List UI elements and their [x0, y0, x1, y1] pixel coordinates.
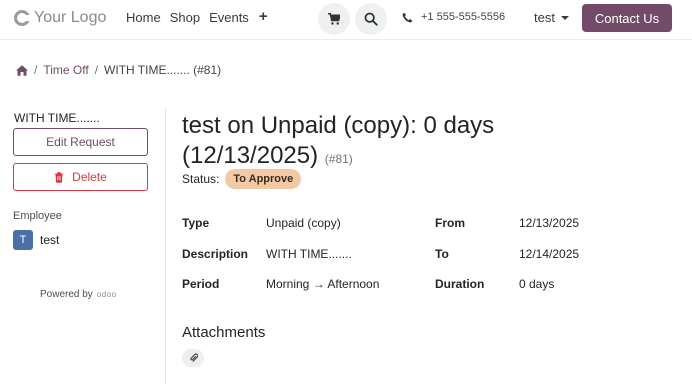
employee-name: test	[40, 233, 60, 247]
nav-events[interactable]: Events	[209, 10, 249, 25]
period-label: Period	[182, 277, 220, 291]
description-value: WITH TIME.......	[266, 247, 352, 261]
cart-button[interactable]	[318, 3, 350, 35]
trash-icon	[55, 171, 64, 183]
breadcrumb-separator: /	[94, 63, 99, 77]
duration-value: 0 days	[519, 277, 555, 291]
type-value: Unpaid (copy)	[266, 216, 341, 230]
description-label: Description	[182, 247, 249, 261]
breadcrumb-time-off[interactable]: Time Off	[43, 63, 88, 77]
status-badge: To Approve	[225, 169, 302, 189]
breadcrumb-separator: /	[34, 63, 38, 77]
title-ref: (#81)	[324, 152, 353, 166]
edit-request-button[interactable]: Edit Request	[13, 128, 148, 156]
type-label: Type	[182, 216, 210, 230]
from-value: 12/13/2025	[519, 216, 580, 230]
sidebar-title: WITH TIME.......	[14, 111, 100, 125]
paperclip-icon	[189, 353, 198, 362]
odoo-logo[interactable]: odoo	[97, 290, 117, 299]
logo-icon	[14, 10, 31, 26]
cart-icon	[328, 13, 340, 25]
title-line-1: test on Unpaid (copy): 0 days	[182, 112, 495, 139]
sidebar: WITH TIME....... Edit Request Delete Emp…	[0, 108, 166, 384]
main-nav: Home Shop Events +	[126, 9, 268, 25]
employee-label: Employee	[13, 210, 62, 222]
avatar: T	[13, 230, 33, 250]
nav-shop[interactable]: Shop	[170, 10, 200, 25]
from-label: From	[435, 216, 465, 230]
status-row: Status: To Approve	[182, 169, 302, 189]
delete-label: Delete	[72, 170, 107, 184]
delete-button[interactable]: Delete	[13, 163, 148, 191]
logo-text: Your Logo	[34, 9, 107, 26]
employee-row: T test	[13, 230, 59, 250]
attach-button[interactable]	[182, 349, 204, 367]
to-value: 12/14/2025	[519, 247, 580, 261]
page-title: test on Unpaid (copy): 0 days (12/13/202…	[182, 111, 602, 174]
contact-us-button[interactable]: Contact Us	[582, 4, 672, 32]
phone-number: +1 555-555-5556	[421, 11, 506, 23]
search-icon	[364, 12, 378, 26]
chevron-down-icon	[560, 15, 569, 20]
user-name: test	[534, 10, 555, 25]
attachments-title: Attachments	[182, 324, 266, 341]
nav-add-icon[interactable]: +	[259, 9, 268, 25]
powered-by-text: Powered by	[40, 289, 93, 300]
breadcrumb: / Time Off / WITH TIME....... (#81)	[16, 63, 221, 77]
period-value: Morning → Afternoon	[266, 277, 380, 291]
powered-by: Powered by odoo	[40, 289, 117, 300]
duration-label: Duration	[435, 277, 485, 291]
title-line-2: (12/13/2025)	[182, 142, 319, 169]
site-logo[interactable]: Your Logo	[14, 8, 106, 28]
top-navbar: Your Logo Home Shop Events + +1 555-555-…	[0, 0, 692, 40]
nav-home[interactable]: Home	[126, 10, 161, 25]
phone-link[interactable]: +1 555-555-5556	[402, 11, 505, 23]
home-icon[interactable]	[16, 64, 28, 76]
breadcrumb-current: WITH TIME....... (#81)	[104, 63, 222, 77]
to-label: To	[435, 247, 449, 261]
phone-icon	[402, 12, 413, 22]
search-button[interactable]	[355, 3, 387, 35]
user-menu[interactable]: test	[534, 10, 569, 25]
status-label: Status:	[182, 172, 220, 186]
